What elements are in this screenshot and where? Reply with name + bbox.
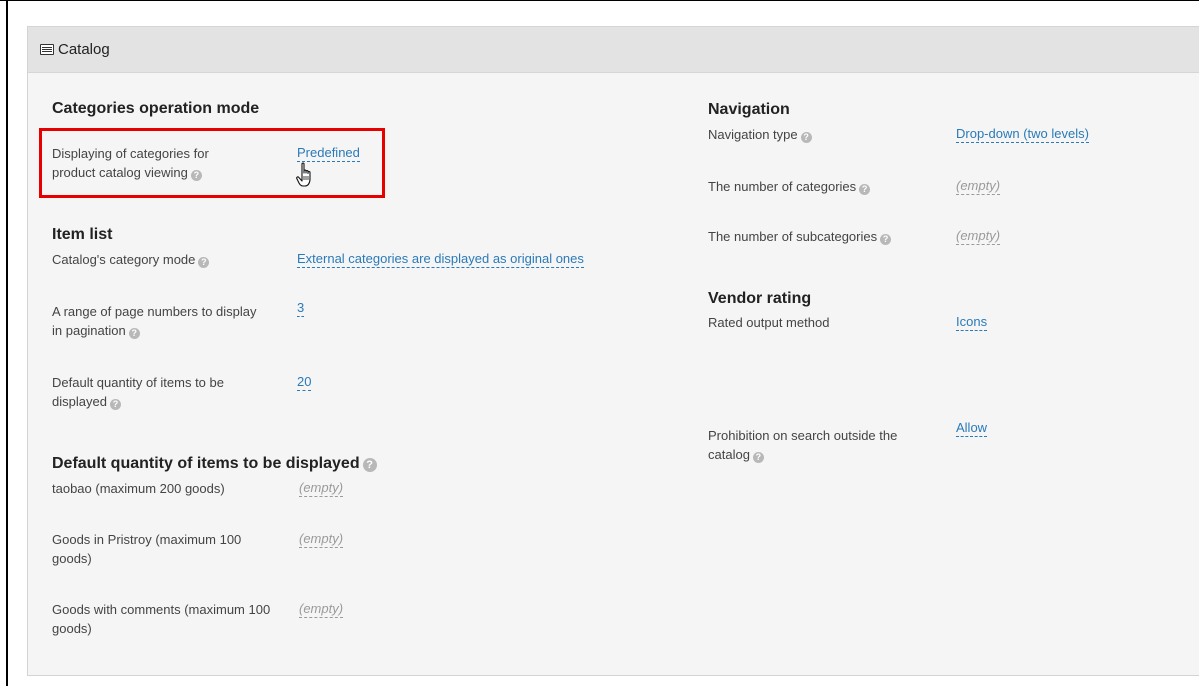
- rated-output-value[interactable]: Icons: [956, 313, 988, 331]
- help-icon[interactable]: ?: [880, 234, 892, 245]
- help-icon[interactable]: ?: [362, 458, 377, 472]
- frame-left-border: [6, 0, 8, 686]
- panel-title-text: Catalog: [58, 41, 110, 58]
- navigation-heading: Navigation: [708, 101, 790, 118]
- number-of-subcategories-label: The number of subcategories?: [708, 227, 938, 246]
- pristroy-label: Goods in Pristroy (maximum 100 goods): [52, 532, 242, 566]
- navigation-type-value[interactable]: Drop-down (two levels): [956, 125, 1089, 143]
- prohibition-search-label: Prohibition on search outside the catalo…: [708, 428, 898, 463]
- navigation-type-label: Navigation type?: [708, 125, 938, 144]
- number-of-categories-label: The number of categories?: [708, 177, 938, 196]
- comments-label: Goods with comments (maximum 100 goods): [52, 602, 271, 636]
- help-icon[interactable]: ?: [752, 452, 764, 463]
- taobao-value[interactable]: (empty): [299, 479, 344, 497]
- item-list-heading: Item list: [52, 226, 113, 243]
- help-icon[interactable]: ?: [198, 257, 210, 268]
- vendor-rating-heading: Vendor rating: [708, 290, 812, 307]
- default-quantity-label: Default quantity of items to be displaye…: [52, 375, 224, 410]
- default-quantity-value[interactable]: 20: [297, 373, 312, 391]
- comments-value[interactable]: (empty): [299, 600, 344, 618]
- page-range-value[interactable]: 3: [297, 299, 305, 317]
- panel-title: Catalog: [40, 41, 110, 58]
- catalog-list-icon: [40, 44, 54, 55]
- category-mode-value[interactable]: External categories are displayed as ori…: [297, 250, 584, 268]
- default-quantity-heading: Default quantity of items to be displaye…: [52, 455, 377, 473]
- panel-header: Catalog: [28, 27, 1199, 73]
- categories-operation-heading: Categories operation mode: [52, 100, 260, 117]
- catalog-panel: Catalog: [27, 26, 1199, 676]
- taobao-label: taobao (maximum 200 goods): [52, 481, 225, 496]
- page-range-label: A range of page numbers to display in pa…: [52, 304, 257, 339]
- frame-top-border: [0, 0, 1199, 1]
- help-icon[interactable]: ?: [859, 184, 871, 195]
- hand-pointer-icon: [296, 162, 318, 193]
- prohibition-search-value[interactable]: Allow: [956, 419, 988, 437]
- pristroy-value[interactable]: (empty): [299, 530, 344, 548]
- help-icon[interactable]: ?: [800, 132, 812, 143]
- number-of-categories-value[interactable]: (empty): [956, 177, 1001, 195]
- number-of-subcategories-value[interactable]: (empty): [956, 227, 1001, 245]
- highlight-box: [39, 128, 385, 198]
- help-icon[interactable]: ?: [128, 328, 140, 339]
- rated-output-label: Rated output method: [708, 315, 830, 330]
- help-icon[interactable]: ?: [109, 399, 121, 410]
- category-mode-label: Catalog's category mode?: [52, 250, 282, 269]
